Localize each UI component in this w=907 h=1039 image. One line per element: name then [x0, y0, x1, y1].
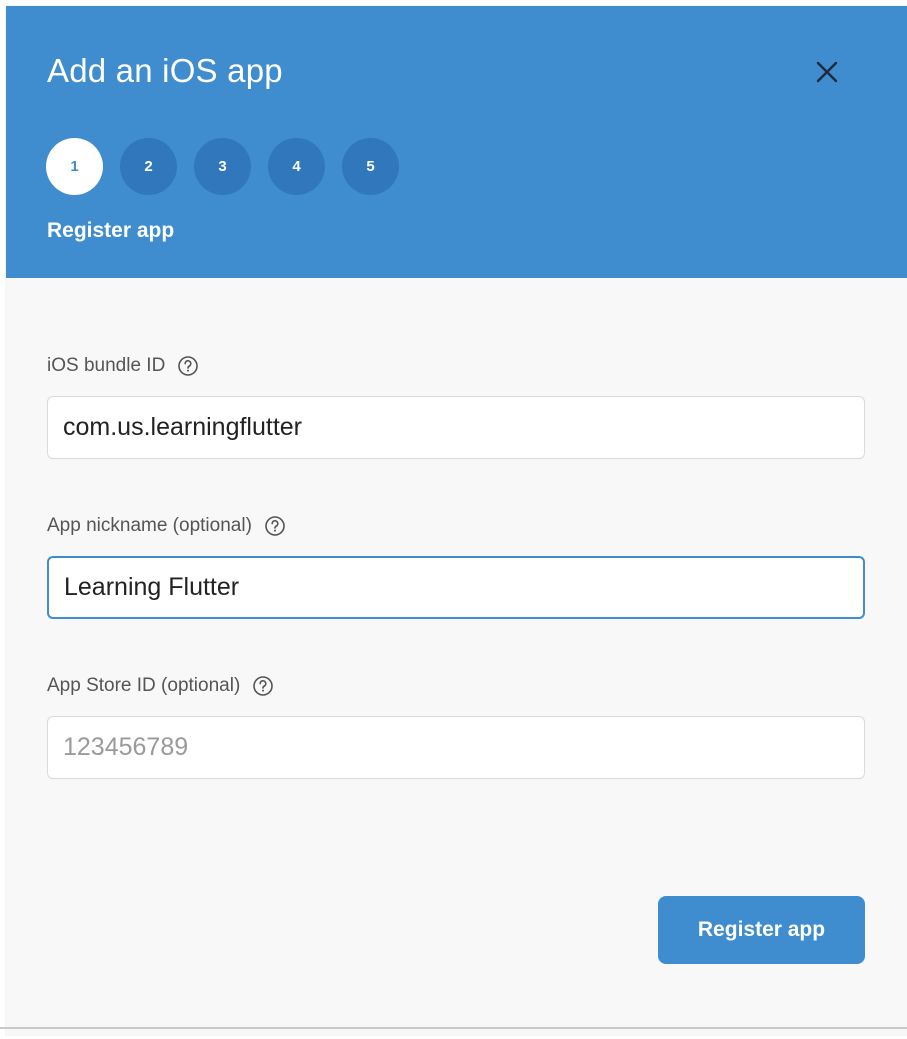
step-3[interactable]: 3 — [194, 138, 251, 195]
add-ios-app-dialog: Add an iOS app 1 2 3 4 5 Register app iO… — [6, 6, 907, 1035]
step-4[interactable]: 4 — [268, 138, 325, 195]
divider — [0, 1027, 907, 1029]
stepper: 1 2 3 4 5 — [46, 138, 399, 195]
step-5[interactable]: 5 — [342, 138, 399, 195]
step-1[interactable]: 1 — [46, 138, 103, 195]
nickname-label: App nickname (optional) — [47, 515, 252, 536]
help-circle-icon[interactable] — [177, 355, 199, 377]
app-store-id-label-row: App Store ID (optional) — [47, 675, 274, 697]
bundle-id-label-row: iOS bundle ID — [47, 355, 199, 377]
bundle-id-input[interactable] — [47, 396, 865, 459]
nickname-input[interactable] — [47, 556, 865, 619]
close-button[interactable] — [807, 52, 847, 92]
app-store-id-input[interactable] — [47, 716, 865, 779]
close-icon — [816, 61, 838, 83]
app-store-id-label: App Store ID (optional) — [47, 675, 241, 696]
bundle-id-label: iOS bundle ID — [47, 355, 166, 376]
step-2[interactable]: 2 — [120, 138, 177, 195]
help-circle-icon[interactable] — [252, 675, 274, 697]
step-title: Register app — [47, 219, 175, 242]
dialog-header: Add an iOS app 1 2 3 4 5 Register app — [6, 6, 907, 278]
register-app-button[interactable]: Register app — [658, 896, 865, 964]
help-circle-icon[interactable] — [264, 515, 286, 537]
dialog-title: Add an iOS app — [47, 52, 283, 89]
nickname-label-row: App nickname (optional) — [47, 515, 286, 537]
